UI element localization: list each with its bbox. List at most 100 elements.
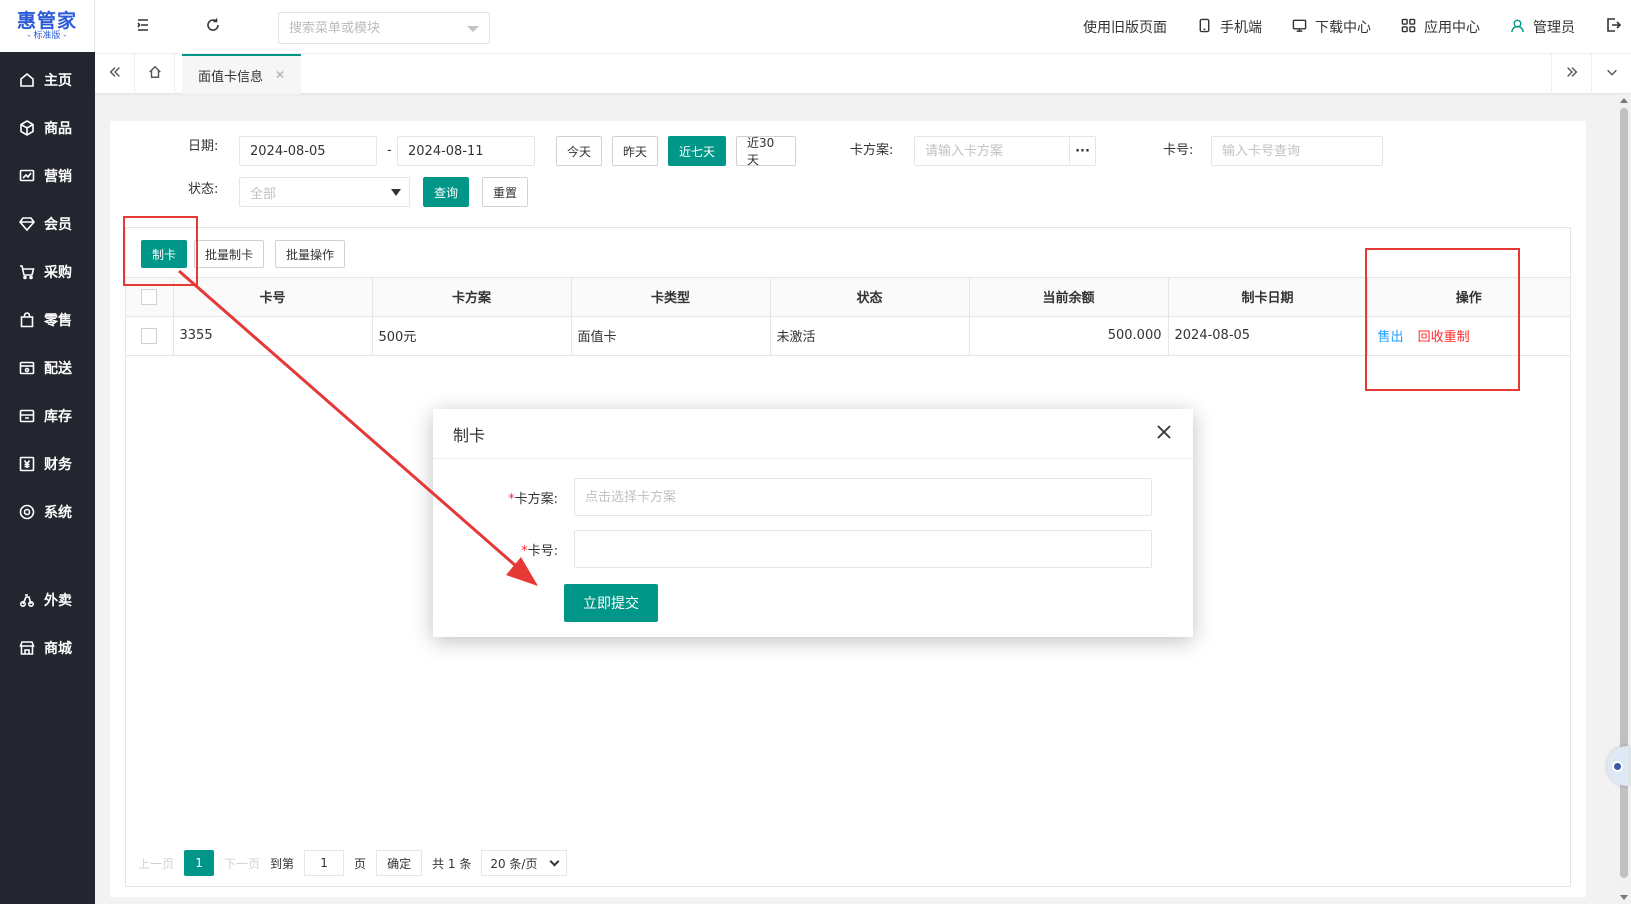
sidebar-item-system[interactable]: 系统 bbox=[0, 488, 95, 536]
query-button[interactable]: 查询 bbox=[423, 177, 469, 207]
menu-search-input[interactable] bbox=[289, 20, 459, 36]
reset-button[interactable]: 重置 bbox=[482, 177, 528, 207]
next-page-button[interactable]: 下一页 bbox=[224, 850, 260, 876]
monitor-icon bbox=[1292, 18, 1315, 37]
dialog-card-no-input[interactable] bbox=[585, 541, 1141, 557]
dialog-card-no-label-text: 卡号: bbox=[527, 544, 558, 559]
make-date-cell: 2024-08-05 bbox=[1168, 316, 1368, 356]
goto-page-input[interactable]: 1 bbox=[304, 850, 345, 876]
sidebar-item-marketing[interactable]: 营销 bbox=[0, 152, 95, 200]
double-chevron-right-icon bbox=[1565, 65, 1579, 83]
chevron-down-icon bbox=[549, 856, 560, 867]
sidebar-item-goods[interactable]: 商品 bbox=[0, 104, 95, 152]
batch-operation-button[interactable]: 批量操作 bbox=[275, 240, 346, 268]
last-30-days-button[interactable]: 近30天 bbox=[736, 136, 796, 167]
page-size-value: 20 条/页 bbox=[490, 856, 538, 871]
date-to-field[interactable]: 2024-08-11 bbox=[397, 136, 535, 166]
close-icon[interactable]: ✕ bbox=[275, 68, 285, 82]
sidebar-item-purchase[interactable]: 采购 bbox=[0, 248, 95, 296]
menu-fold-icon bbox=[135, 17, 151, 37]
card-plan-input[interactable] bbox=[925, 143, 1065, 159]
close-icon[interactable] bbox=[1157, 424, 1177, 444]
select-all-checkbox[interactable] bbox=[141, 288, 158, 305]
logout-button[interactable] bbox=[1605, 17, 1631, 37]
brand-logo[interactable]: 惠管家 - 标准版 - bbox=[0, 0, 95, 52]
home-tab-button[interactable] bbox=[135, 54, 175, 94]
row-checkbox[interactable] bbox=[141, 327, 158, 344]
column-header[interactable]: 状态 bbox=[770, 278, 970, 317]
header-links: 使用旧版页面 手机端 下载中心 应用中心 管理员 bbox=[1083, 0, 1631, 54]
settings-icon bbox=[18, 503, 36, 521]
menu-toggle-button[interactable] bbox=[132, 16, 154, 38]
tabs-scroll-right-button[interactable] bbox=[1551, 54, 1591, 94]
scroll-down-icon[interactable] bbox=[1620, 895, 1628, 900]
user-name: 管理员 bbox=[1533, 20, 1575, 36]
card-no-field[interactable] bbox=[1211, 136, 1383, 166]
mobile-link[interactable]: 手机端 bbox=[1197, 17, 1262, 37]
download-center-link[interactable]: 下载中心 bbox=[1292, 17, 1371, 37]
logout-icon bbox=[1605, 18, 1631, 37]
diamond-icon bbox=[18, 215, 36, 233]
refresh-button[interactable] bbox=[202, 16, 224, 38]
page-size-select[interactable]: 20 条/页 bbox=[481, 850, 568, 876]
sidebar-item-delivery[interactable]: 配送 bbox=[0, 344, 95, 392]
sidebar-item-member[interactable]: 会员 bbox=[0, 200, 95, 248]
tab-card-info[interactable]: 面值卡信息 ✕ bbox=[182, 54, 302, 94]
column-header[interactable]: 当前余额 bbox=[969, 278, 1169, 317]
sidebar-item-inventory[interactable]: 库存 bbox=[0, 392, 95, 440]
page-1-button[interactable]: 1 bbox=[184, 850, 215, 876]
sidebar-item-home[interactable]: 主页 bbox=[0, 56, 95, 104]
apps-label: 应用中心 bbox=[1424, 20, 1480, 36]
dialog-card-plan-field[interactable] bbox=[574, 478, 1152, 516]
status-cell: 未激活 bbox=[770, 316, 970, 356]
status-select[interactable]: 全部 bbox=[239, 177, 410, 207]
prev-page-button[interactable]: 上一页 bbox=[138, 850, 174, 876]
user-menu[interactable]: 管理员 bbox=[1510, 17, 1575, 37]
column-header[interactable]: 卡方案 bbox=[372, 278, 572, 317]
brand-edition: - 标准版 - bbox=[27, 30, 67, 41]
sidebar-item-label: 外卖 bbox=[44, 593, 72, 609]
sidebar-item-mall[interactable]: 商城 bbox=[0, 624, 95, 672]
dialog-card-no-label: *卡号: bbox=[488, 540, 558, 559]
tabs-scroll-left-button[interactable] bbox=[95, 54, 135, 94]
card-no-input[interactable] bbox=[1222, 143, 1372, 159]
caret-down-icon bbox=[391, 189, 401, 196]
yesterday-button[interactable]: 昨天 bbox=[612, 136, 658, 166]
last-7-days-button[interactable]: 近七天 bbox=[668, 136, 726, 166]
card-plan-field[interactable]: ··· bbox=[914, 136, 1096, 166]
tabs-menu-button[interactable] bbox=[1591, 54, 1631, 94]
sidebar-item-label: 营销 bbox=[44, 169, 72, 185]
apps-grid-icon bbox=[1401, 18, 1424, 37]
sidebar-item-finance[interactable]: 财务 bbox=[0, 440, 95, 488]
batch-make-card-button[interactable]: 批量制卡 bbox=[194, 240, 265, 268]
make-card-dialog: 制卡 *卡方案: *卡号: 立即提交 bbox=[433, 409, 1193, 637]
goto-confirm-button[interactable]: 确定 bbox=[376, 850, 423, 876]
floating-assistant-button[interactable] bbox=[1607, 746, 1629, 786]
mobile-label: 手机端 bbox=[1220, 20, 1262, 36]
home-icon bbox=[18, 71, 36, 89]
chevron-down-icon bbox=[467, 26, 479, 32]
date-from-field[interactable]: 2024-08-05 bbox=[239, 136, 377, 166]
more-icon[interactable]: ··· bbox=[1069, 137, 1095, 165]
menu-search-box[interactable] bbox=[278, 12, 490, 44]
column-header[interactable]: 制卡日期 bbox=[1168, 278, 1368, 317]
app-center-link[interactable]: 应用中心 bbox=[1401, 17, 1480, 37]
scroll-up-icon[interactable] bbox=[1620, 98, 1628, 103]
dialog-card-no-field[interactable] bbox=[574, 530, 1152, 568]
tab-label: 面值卡信息 bbox=[198, 69, 264, 85]
today-button[interactable]: 今天 bbox=[556, 136, 602, 166]
sidebar-item-label: 采购 bbox=[44, 265, 72, 281]
sidebar-item-retail[interactable]: 零售 bbox=[0, 296, 95, 344]
yen-icon bbox=[18, 455, 36, 473]
table-header-row: 卡号 卡方案 卡类型 状态 当前余额 制卡日期 操作 bbox=[126, 278, 1570, 317]
column-header[interactable]: 卡号 bbox=[173, 278, 373, 317]
column-header[interactable]: 卡类型 bbox=[571, 278, 771, 317]
truck-icon bbox=[18, 359, 36, 377]
date-separator: - bbox=[387, 143, 392, 158]
sidebar-item-takeout[interactable]: 外卖 bbox=[0, 576, 95, 624]
mobile-icon bbox=[1197, 18, 1220, 37]
dialog-card-plan-input[interactable] bbox=[585, 489, 1141, 505]
sidebar-item-label: 会员 bbox=[44, 217, 72, 233]
old-version-link[interactable]: 使用旧版页面 bbox=[1083, 17, 1167, 37]
submit-button[interactable]: 立即提交 bbox=[564, 584, 658, 622]
